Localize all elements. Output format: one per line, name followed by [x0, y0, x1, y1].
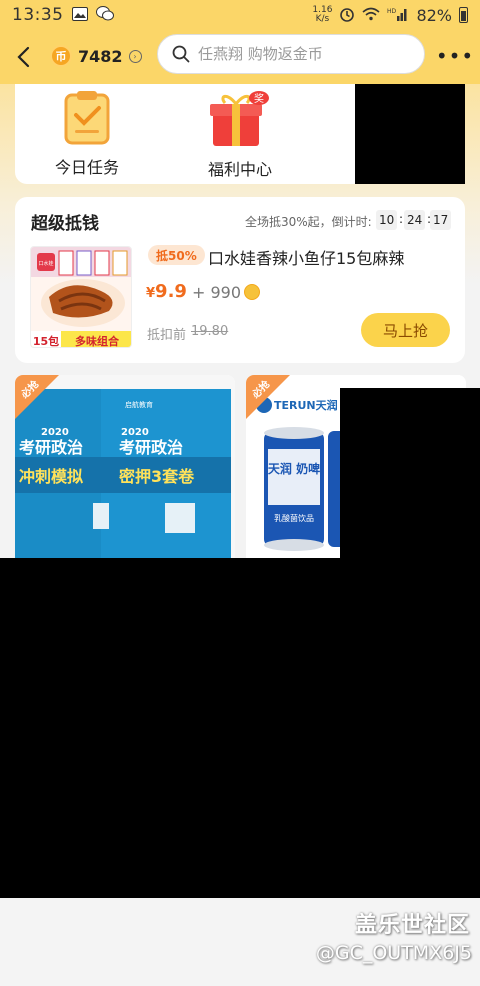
chevron-right-icon: › [128, 49, 142, 63]
countdown-seconds: 17 [430, 210, 452, 230]
status-bar: 13:35 1.16 K/s HD 82% [0, 0, 480, 30]
grab-now-button[interactable]: 马上抢 [361, 313, 450, 347]
gift-box-icon: 奖 [210, 91, 269, 146]
daily-tasks-label: 今日任务 [54, 158, 119, 177]
before-deduction-label: 抵扣前 [147, 328, 187, 343]
coin-icon: 币 [50, 45, 72, 67]
wechat-icon [95, 5, 114, 25]
top-header: 币 7482 › ••• [0, 30, 480, 84]
deal-price: ¥9.9 [146, 281, 187, 302]
product-image[interactable]: 15包 多味组合 口水娃 [30, 246, 132, 348]
book-subject: 考研政治 [19, 438, 83, 457]
signal-icon: HD [387, 7, 409, 24]
book-title-1: 冲刺模拟 [19, 467, 83, 486]
gift-badge: 奖 [254, 92, 264, 105]
search-box[interactable] [157, 34, 425, 74]
welfare-center-label: 福利中心 [207, 160, 272, 179]
book-title-2: 密押3套卷 [118, 467, 195, 486]
redacted-block-middle [340, 388, 480, 558]
more-options-button[interactable]: ••• [436, 44, 473, 68]
feature-card: 今日任务 奖 福利中心 [15, 84, 365, 184]
network-speed: 1.16 K/s [312, 5, 333, 24]
redacted-block-top [355, 84, 465, 184]
alarm-icon [339, 6, 355, 25]
book-year: 2020 [41, 427, 69, 438]
welfare-center-entry[interactable]: 奖 福利中心 [180, 90, 300, 180]
coin-balance[interactable]: 币 7482 › [50, 45, 142, 67]
price-value: 9.9 [155, 281, 187, 302]
battery-icon [459, 7, 468, 23]
image-brand-text: 口水娃 [38, 260, 53, 267]
watermark-user: @GC_OUTMX6J5 [315, 942, 472, 964]
chevron-left-icon [17, 46, 30, 68]
book-subject: 考研政治 [119, 438, 183, 457]
book-brand: 启航教育 [125, 400, 153, 409]
can-sub-text: 乳酸菌饮品 [274, 513, 314, 523]
countdown-minutes: 24 [404, 210, 426, 230]
wifi-icon [362, 7, 380, 24]
product-tile[interactable]: 2020 考研政治 冲刺模拟 2020 考研政治 密押3套卷 启航教育 必抢 [15, 375, 235, 558]
battery-percent: 82% [416, 5, 452, 25]
svg-text:HD: HD [387, 8, 397, 15]
redacted-block-bottom [0, 558, 480, 898]
coin-icon [244, 284, 260, 300]
image-count-text: 15包 [33, 334, 59, 348]
price-symbol: ¥ [146, 286, 156, 301]
status-right: 1.16 K/s HD 82% [312, 6, 468, 25]
original-price: 19.80 [191, 324, 229, 339]
plus-coins: + 990 [192, 283, 242, 302]
deal-title: 超级抵钱 [31, 214, 99, 234]
status-time: 13:35 [12, 5, 64, 25]
product-name[interactable]: 口水娃香辣小鱼仔15包麻辣 [208, 245, 404, 269]
search-input[interactable] [198, 45, 398, 63]
daily-tasks-entry[interactable]: 今日任务 [27, 90, 147, 178]
countdown-text: 全场抵30%起，倒计时: [245, 215, 372, 229]
countdown-hours: 10 [376, 210, 398, 230]
back-button[interactable] [8, 40, 38, 74]
watermark-brand: 盖乐世社区 [354, 913, 470, 938]
super-deal-card: 超级抵钱 全场抵30%起，倒计时: 10 : 24 : 17 15包 多味组合 … [15, 197, 465, 363]
discount-badge: 抵50% [148, 245, 205, 265]
coin-count: 7482 [78, 46, 123, 66]
gallery-icon [71, 6, 88, 25]
search-icon [172, 45, 190, 63]
clipboard-check-icon [64, 91, 110, 145]
can-text: 天润 奶啤 [268, 461, 320, 476]
image-combo-text: 多味组合 [75, 334, 120, 348]
book-year: 2020 [121, 427, 149, 438]
countdown-separator: : [399, 212, 404, 226]
